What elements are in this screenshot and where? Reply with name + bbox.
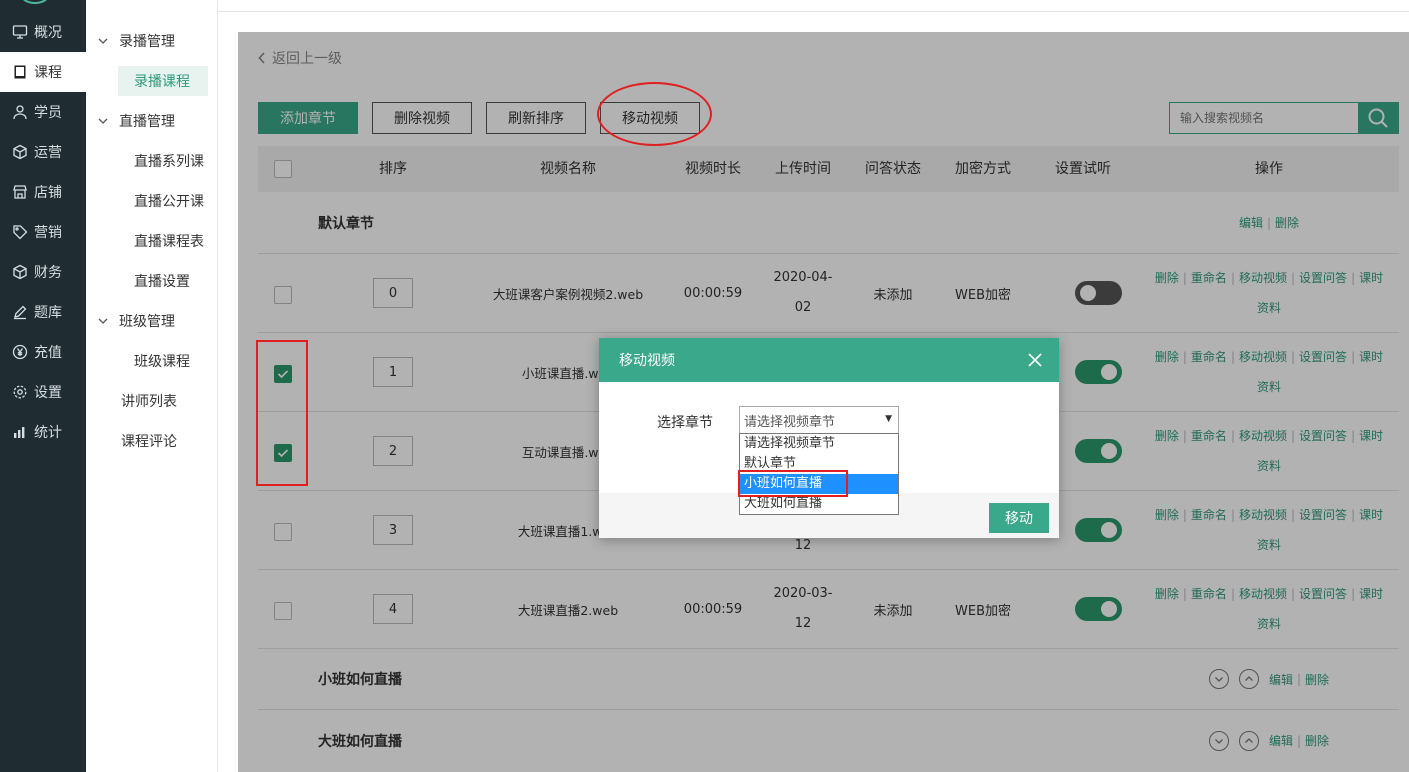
- sidebar-item-shop[interactable]: 店铺: [0, 172, 86, 212]
- sidebar-item-label: 运营: [34, 145, 62, 161]
- subnav-recorded-group[interactable]: 录播管理: [86, 26, 217, 56]
- pencil-icon: [14, 305, 27, 320]
- sidebar-item-overview[interactable]: 概况: [0, 12, 86, 52]
- dropdown-arrow-icon: ▼: [885, 414, 892, 424]
- annotation-ellipse: [597, 82, 712, 146]
- chapter-option[interactable]: 大班如何直播: [740, 494, 898, 514]
- sidebar-item-label: 营销: [34, 225, 62, 241]
- subnav-label: 录播课程: [134, 74, 190, 90]
- user-icon: [13, 105, 27, 120]
- logo: [20, 0, 50, 4]
- sidebar-item-marketing[interactable]: 营销: [0, 212, 86, 252]
- cube-icon: [13, 264, 27, 280]
- sidebar-item-statistics[interactable]: 统计: [0, 412, 86, 452]
- sidebar-item-students[interactable]: 学员: [0, 92, 86, 132]
- subnav-label: 直播系列课: [134, 154, 204, 170]
- chevron-down-icon: [98, 38, 108, 44]
- close-icon[interactable]: [1027, 352, 1043, 368]
- subnav-class-group[interactable]: 班级管理: [86, 306, 217, 336]
- subnav-class-course[interactable]: 班级课程: [86, 346, 217, 376]
- sidebar-item-label: 概况: [34, 25, 62, 41]
- main-sidebar: 概况 课程 学员 运营 店铺 营销 财务 题库 充值 设置 统计: [0, 0, 86, 772]
- bar-chart-icon: [14, 427, 25, 438]
- sidebar-item-operations[interactable]: 运营: [0, 132, 86, 172]
- subnav-live-series[interactable]: 直播系列课: [86, 146, 217, 176]
- chapter-select-label: 选择章节: [657, 415, 713, 431]
- subnav-teacher-list[interactable]: 讲师列表: [86, 386, 217, 416]
- chevron-down-icon: [98, 318, 108, 324]
- tag-icon: [13, 225, 28, 240]
- subnav-live-schedule[interactable]: 直播课程表: [86, 226, 217, 256]
- book-icon: [14, 65, 26, 79]
- chapter-option[interactable]: 请选择视频章节: [740, 434, 898, 454]
- sidebar-item-label: 充值: [34, 345, 62, 361]
- subnav-label: 讲师列表: [121, 394, 177, 410]
- sidebar-item-label: 设置: [34, 385, 62, 401]
- sidebar-item-course[interactable]: 课程: [0, 52, 86, 92]
- shop-icon: [13, 185, 27, 199]
- sidebar-item-label: 题库: [34, 305, 62, 321]
- sidebar-item-finance[interactable]: 财务: [0, 252, 86, 292]
- sidebar-item-settings[interactable]: 设置: [0, 372, 86, 412]
- subnav-label: 班级管理: [119, 314, 175, 330]
- subnav-label: 直播管理: [119, 114, 175, 130]
- subnav-live-group[interactable]: 直播管理: [86, 106, 217, 136]
- subnav-label: 录播管理: [119, 34, 175, 50]
- subnav-label: 直播设置: [134, 274, 190, 290]
- chevron-down-icon: [98, 118, 108, 124]
- cube-icon: [13, 144, 27, 160]
- dialog-header: 移动视频: [599, 338, 1059, 382]
- sidebar-item-label: 统计: [34, 425, 62, 441]
- sidebar-item-label: 财务: [34, 265, 62, 281]
- sidebar-item-label: 课程: [34, 65, 62, 81]
- chapter-select-value: 请选择视频章节: [744, 414, 836, 430]
- subnav-recorded-course[interactable]: 录播课程: [118, 66, 208, 96]
- subnav-label: 直播课程表: [134, 234, 204, 250]
- dialog-title: 移动视频: [619, 353, 675, 369]
- move-submit-button[interactable]: 移动: [989, 503, 1049, 533]
- annotation-box: [738, 470, 848, 497]
- sidebar-item-label: 学员: [34, 105, 62, 121]
- top-bar: [218, 0, 1409, 12]
- yen-icon: [12, 344, 28, 360]
- sub-sidebar: 录播管理 录播课程 直播管理 直播系列课 直播公开课 直播课程表 直播设置 班级…: [86, 0, 218, 772]
- sidebar-item-question-bank[interactable]: 题库: [0, 292, 86, 332]
- subnav-live-open[interactable]: 直播公开课: [86, 186, 217, 216]
- sidebar-item-label: 店铺: [34, 185, 62, 201]
- annotation-box: [256, 340, 308, 486]
- sidebar-item-recharge[interactable]: 充值: [0, 332, 86, 372]
- subnav-label: 课程评论: [121, 434, 177, 450]
- subnav-live-settings[interactable]: 直播设置: [86, 266, 217, 296]
- subnav-label: 班级课程: [134, 354, 190, 370]
- chapter-select[interactable]: 请选择视频章节 ▼: [739, 406, 899, 434]
- gear-icon: [13, 385, 27, 399]
- monitor-icon: [12, 25, 28, 39]
- subnav-label: 直播公开课: [134, 194, 204, 210]
- subnav-course-review[interactable]: 课程评论: [86, 426, 217, 456]
